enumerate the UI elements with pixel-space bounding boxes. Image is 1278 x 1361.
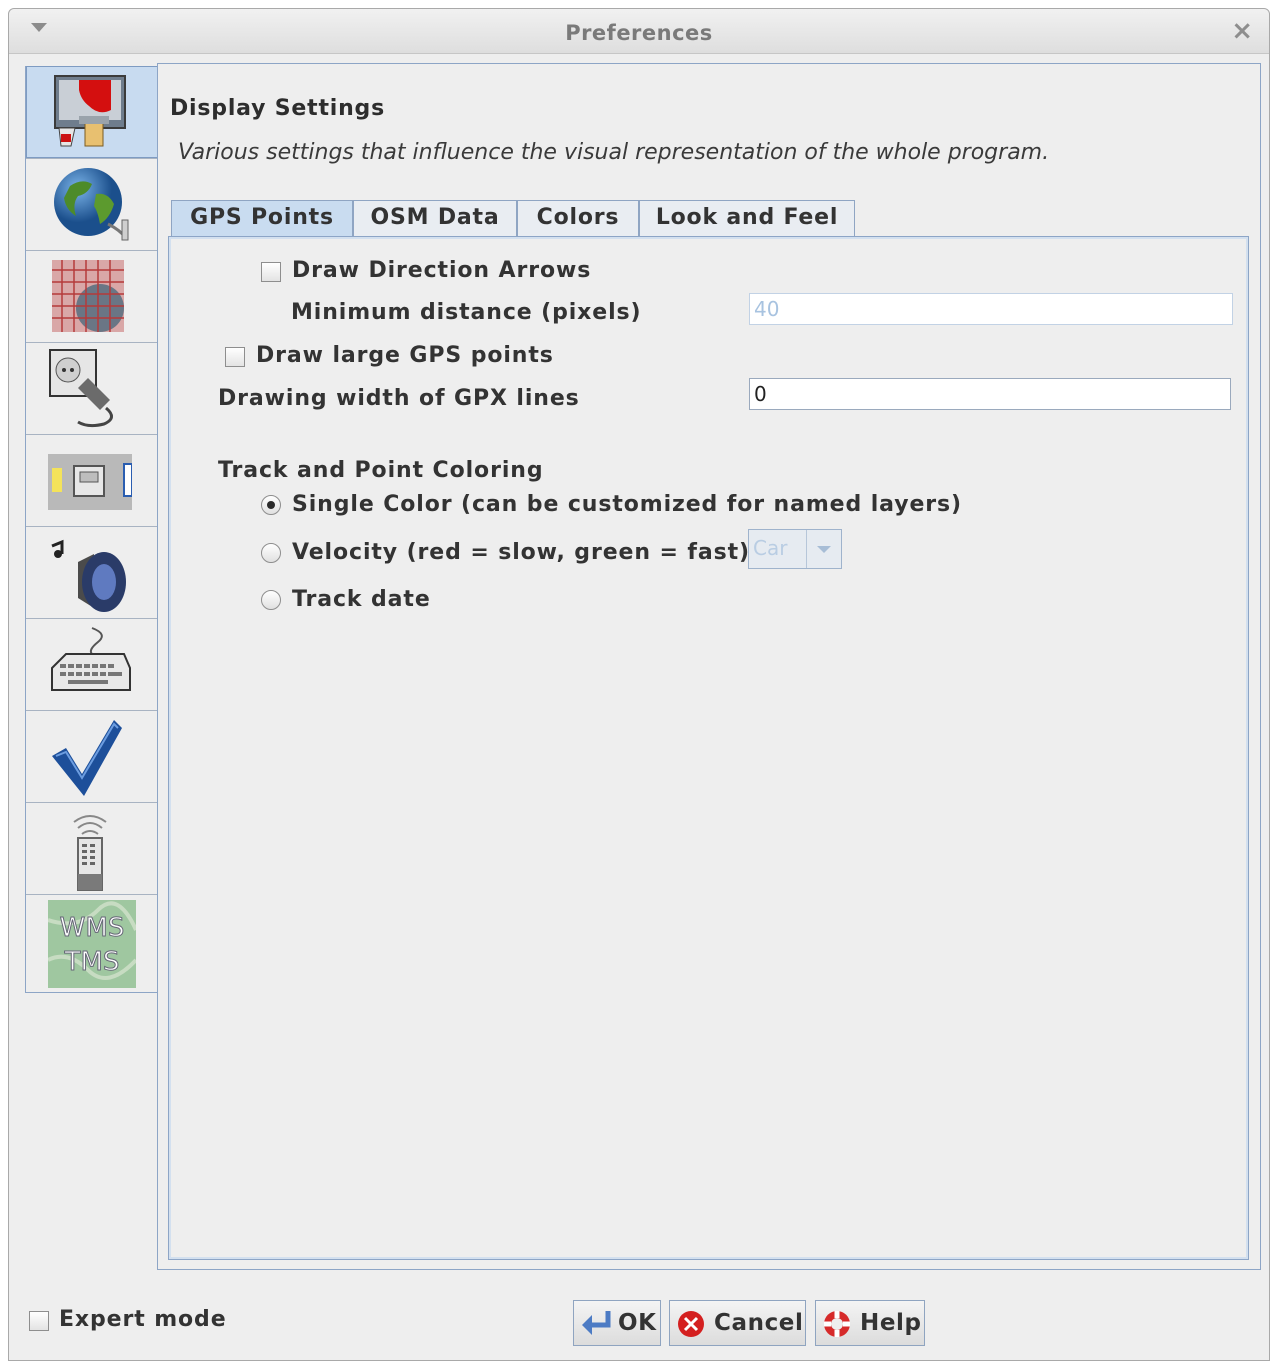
- sidebar-item-map-projection[interactable]: [26, 250, 158, 342]
- track-coloring-title: Track and Point Coloring: [218, 458, 544, 483]
- cancel-icon: [678, 1311, 704, 1337]
- single-color-radio[interactable]: [261, 495, 281, 515]
- help-lifebuoy-icon: [824, 1311, 850, 1337]
- gpx-line-width-field[interactable]: [749, 378, 1231, 410]
- checkmark-icon: [52, 720, 122, 796]
- help-button[interactable]: Help: [815, 1300, 925, 1346]
- draw-direction-arrows-checkbox[interactable]: [261, 262, 281, 282]
- title-bar: Preferences ×: [9, 9, 1269, 54]
- keyboard-icon: [51, 627, 131, 691]
- sidebar-item-validator[interactable]: [26, 710, 158, 802]
- minimum-distance-label: Minimum distance (pixels): [291, 300, 642, 325]
- ok-label: OK: [618, 1310, 657, 1336]
- page-description: Various settings that influence the visu…: [178, 140, 1050, 165]
- tab-colors[interactable]: Colors: [517, 200, 639, 236]
- close-icon[interactable]: ×: [1231, 16, 1253, 46]
- velocity-radio[interactable]: [261, 543, 281, 563]
- draw-large-gps-points-label: Draw large GPS points: [256, 343, 554, 368]
- tab-look-and-feel[interactable]: Look and Feel: [639, 200, 855, 236]
- sidebar-item-presets[interactable]: [26, 434, 158, 526]
- velocity-label: Velocity (red = slow, green = fast): [292, 540, 750, 565]
- speaker-icon: [51, 539, 126, 612]
- single-color-label: Single Color (can be customized for name…: [292, 492, 962, 517]
- svg-text:TMS: TMS: [64, 947, 120, 977]
- grid-map-icon: [52, 260, 124, 332]
- sidebar-item-audio[interactable]: [26, 526, 158, 618]
- velocity-type-combo[interactable]: Car: [748, 529, 842, 569]
- sidebar-item-shortcuts[interactable]: [26, 618, 158, 710]
- globe-icon: [54, 168, 129, 241]
- preferences-sidebar: WMS TMS: [25, 66, 159, 993]
- sidebar-item-display-settings[interactable]: [26, 66, 159, 158]
- sidebar-item-plugins[interactable]: [26, 342, 158, 434]
- presets-icon: [48, 454, 132, 510]
- gps-points-pane: Draw Direction Arrows Minimum distance (…: [168, 236, 1249, 1260]
- settings-panel: Display Settings Various settings that i…: [157, 63, 1261, 1270]
- gpx-line-width-label: Drawing width of GPX lines: [218, 386, 580, 411]
- paint-brush-icon: [54, 75, 126, 147]
- window-title: Preferences: [565, 21, 713, 45]
- svg-text:WMS: WMS: [60, 913, 125, 943]
- velocity-type-value: Car: [753, 536, 788, 560]
- tab-osm-data[interactable]: OSM Data: [353, 200, 517, 236]
- draw-large-gps-points-checkbox[interactable]: [225, 347, 245, 367]
- page-title: Display Settings: [170, 96, 385, 121]
- remote-control-icon: [73, 815, 107, 891]
- expert-mode-label: Expert mode: [59, 1307, 227, 1332]
- sidebar-item-remote-control[interactable]: [26, 802, 158, 894]
- sidebar-item-connection-settings[interactable]: [26, 158, 158, 250]
- help-label: Help: [860, 1310, 922, 1336]
- expert-mode-checkbox[interactable]: [29, 1311, 49, 1331]
- cancel-label: Cancel: [714, 1310, 804, 1336]
- chevron-down-icon[interactable]: [806, 530, 841, 568]
- track-date-radio[interactable]: [261, 590, 281, 610]
- tab-gps-points[interactable]: GPS Points: [171, 200, 353, 237]
- minimum-distance-field: [749, 293, 1233, 325]
- ok-icon: [582, 1311, 611, 1335]
- plug-icon: [49, 349, 113, 428]
- ok-button[interactable]: OK: [573, 1300, 661, 1346]
- cancel-button[interactable]: Cancel: [669, 1300, 806, 1346]
- track-date-label: Track date: [292, 587, 431, 612]
- draw-direction-arrows-label: Draw Direction Arrows: [292, 258, 592, 283]
- wms-tms-icon: WMS TMS: [48, 900, 136, 988]
- sidebar-item-imagery[interactable]: WMS TMS: [26, 894, 158, 988]
